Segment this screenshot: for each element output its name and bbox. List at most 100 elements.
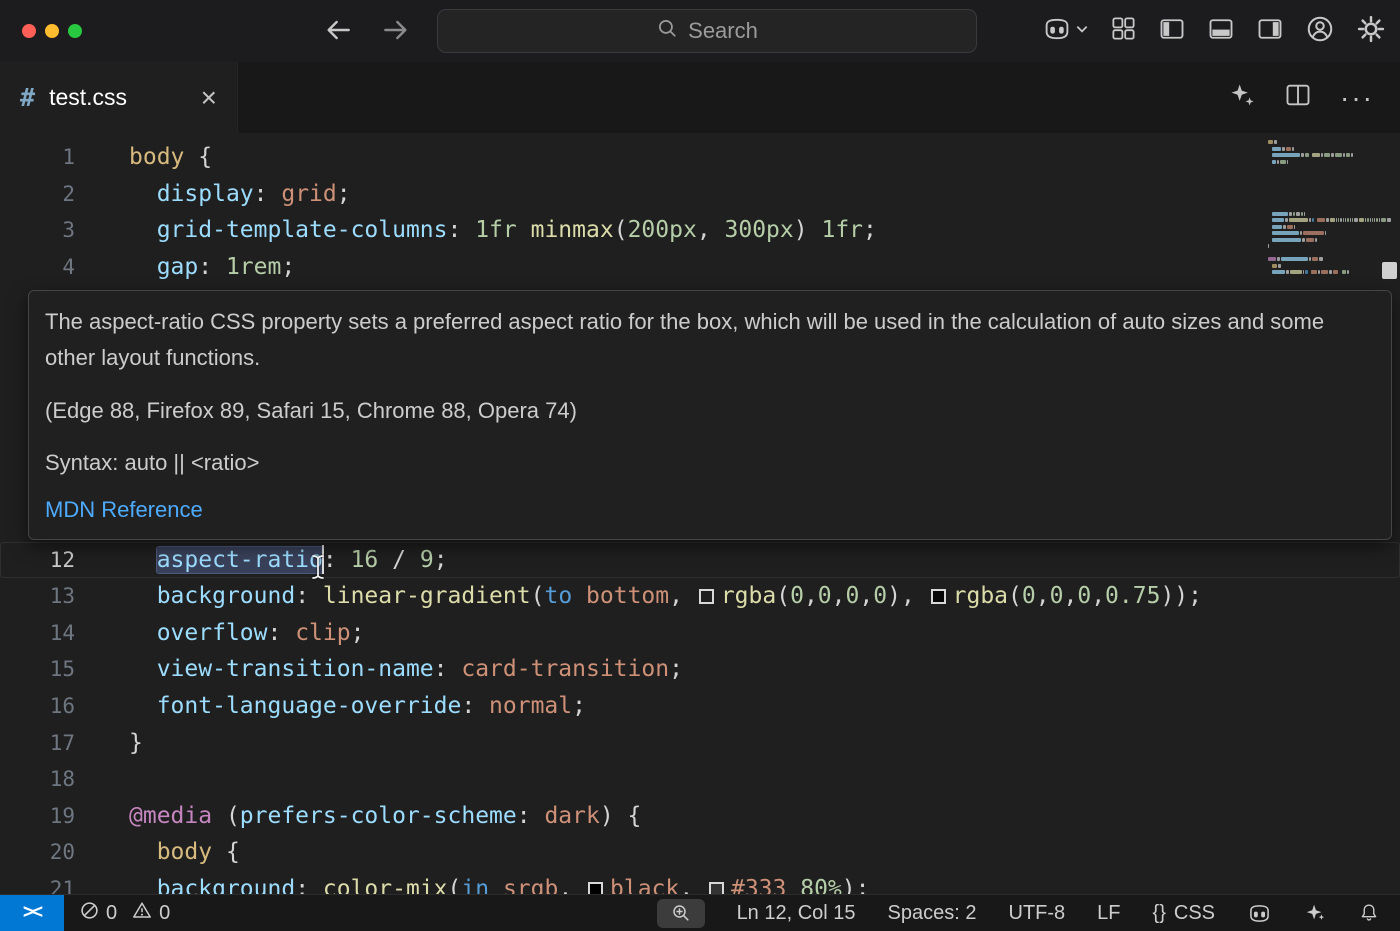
mdn-reference-link[interactable]: MDN Reference [45, 497, 203, 523]
window-controls [22, 24, 82, 38]
account-icon[interactable] [1305, 14, 1335, 49]
code-token: } [129, 730, 143, 756]
close-window-button[interactable] [22, 24, 36, 38]
code-token: grid [281, 181, 336, 207]
code-token: ); [842, 876, 870, 894]
line-number[interactable]: 12 [0, 542, 75, 579]
zoom-window-button[interactable] [68, 24, 82, 38]
notifications-bell-icon[interactable] [1358, 902, 1380, 924]
code-line[interactable]: 14 overflow: clip; [0, 615, 1400, 652]
code-line[interactable]: 19@media (prefers-color-scheme: dark) { [0, 798, 1400, 835]
code-line[interactable]: 16 font-language-override: normal; [0, 688, 1400, 725]
settings-gear-icon[interactable] [1356, 14, 1386, 49]
hover-description: The aspect-ratio CSS property sets a pre… [45, 304, 1375, 376]
code-token: : [434, 656, 462, 682]
code-line[interactable]: 17} [0, 725, 1400, 762]
code-token: 1fr [821, 217, 863, 243]
minimap-line [1268, 231, 1392, 235]
search-input[interactable]: Search [437, 9, 977, 53]
code-token: linear-gradient [323, 583, 531, 609]
code-token: clip [295, 620, 350, 646]
line-number[interactable]: 13 [0, 578, 75, 615]
code-token: { [212, 839, 240, 865]
minimap-line [1268, 179, 1392, 183]
status-bar: >< 0 0 Ln 12, Col 15 Spaces: 2 UTF-8 LF … [0, 894, 1400, 931]
sparkle-status-icon[interactable] [1304, 902, 1326, 924]
code-line[interactable]: 12 aspect-ratio: 16 / 9; [0, 542, 1400, 579]
line-number[interactable]: 16 [0, 688, 75, 725]
line-number[interactable]: 15 [0, 651, 75, 688]
warning-count: 0 [159, 902, 170, 925]
color-swatch[interactable] [709, 882, 724, 894]
encoding-setting[interactable]: UTF-8 [1009, 902, 1066, 925]
line-number[interactable]: 14 [0, 615, 75, 652]
code-token: normal [489, 693, 572, 719]
code-token: 0 [873, 583, 887, 609]
line-number[interactable]: 4 [0, 249, 75, 286]
text-cursor-pointer [308, 553, 328, 581]
code-token [129, 839, 157, 865]
hover-browser-support: (Edge 88, Firefox 89, Safari 15, Chrome … [45, 393, 1375, 429]
remote-indicator[interactable]: >< [0, 895, 64, 931]
copilot-status-icon[interactable] [1247, 903, 1272, 924]
line-number[interactable]: 20 [0, 834, 75, 871]
minimize-window-button[interactable] [45, 24, 59, 38]
code-token: overflow [157, 620, 268, 646]
scrollbar-thumb[interactable] [1382, 262, 1397, 279]
code-token: 1rem [226, 254, 281, 280]
code-token [129, 876, 157, 894]
code-line[interactable]: 18 [0, 761, 1400, 798]
copilot-edits-sparkle-icon[interactable] [1228, 81, 1256, 114]
customize-layout-icon[interactable] [1110, 15, 1137, 47]
color-swatch[interactable] [588, 882, 603, 894]
code-token: : [517, 803, 545, 829]
code-line[interactable]: 4 gap: 1rem; [0, 249, 1400, 286]
code-line[interactable]: 2 display: grid; [0, 176, 1400, 213]
code-line[interactable]: 20 body { [0, 834, 1400, 871]
code-line[interactable]: 21 background: color-mix(in srgb, black,… [0, 871, 1400, 894]
toggle-panel-icon[interactable] [1207, 15, 1235, 48]
copilot-menu-button[interactable] [1042, 16, 1089, 47]
code-token: ; [572, 693, 586, 719]
code-token: view-transition-name [157, 656, 434, 682]
cursor-position[interactable]: Ln 12, Col 15 [737, 902, 856, 925]
tab-test-css[interactable]: # test.css × [0, 62, 238, 133]
color-swatch[interactable] [699, 589, 714, 604]
zoom-indicator[interactable] [657, 899, 705, 928]
more-actions-icon[interactable]: ··· [1340, 82, 1374, 114]
toggle-primary-sidebar-icon[interactable] [1158, 15, 1186, 48]
tab-close-icon[interactable]: × [201, 84, 217, 112]
code-token: color-mix [323, 876, 448, 894]
code-token: , [669, 583, 697, 609]
css-file-icon: # [20, 83, 35, 112]
code-token: 0 [846, 583, 860, 609]
code-text: body { [129, 834, 240, 871]
history-navigation [322, 14, 412, 51]
line-number[interactable]: 3 [0, 212, 75, 249]
toggle-secondary-sidebar-icon[interactable] [1256, 15, 1284, 48]
problems-indicator[interactable]: 0 0 [80, 901, 178, 926]
code-line[interactable]: 13 background: linear-gradient(to bottom… [0, 578, 1400, 615]
split-editor-icon[interactable] [1284, 81, 1312, 114]
code-line[interactable]: 15 view-transition-name: card-transition… [0, 651, 1400, 688]
code-line[interactable]: 1body { [0, 139, 1400, 176]
color-swatch[interactable] [931, 589, 946, 604]
code-line[interactable]: 3 grid-template-columns: 1fr minmax(200p… [0, 212, 1400, 249]
code-token: , [1091, 583, 1105, 609]
indentation-setting[interactable]: Spaces: 2 [888, 902, 977, 925]
language-mode[interactable]: {} CSS [1153, 902, 1215, 925]
line-number[interactable]: 17 [0, 725, 75, 762]
error-count: 0 [106, 902, 117, 925]
line-number[interactable]: 2 [0, 176, 75, 213]
minimap[interactable] [1268, 140, 1392, 277]
eol-setting[interactable]: LF [1097, 902, 1120, 925]
minimap-line [1268, 140, 1392, 144]
line-number[interactable]: 1 [0, 139, 75, 176]
minimap-line [1268, 212, 1392, 216]
forward-arrow-icon[interactable] [380, 14, 412, 51]
code-token: #333 [731, 876, 786, 894]
line-number[interactable]: 18 [0, 761, 75, 798]
line-number[interactable]: 21 [0, 871, 75, 894]
back-arrow-icon[interactable] [322, 14, 354, 51]
line-number[interactable]: 19 [0, 798, 75, 835]
